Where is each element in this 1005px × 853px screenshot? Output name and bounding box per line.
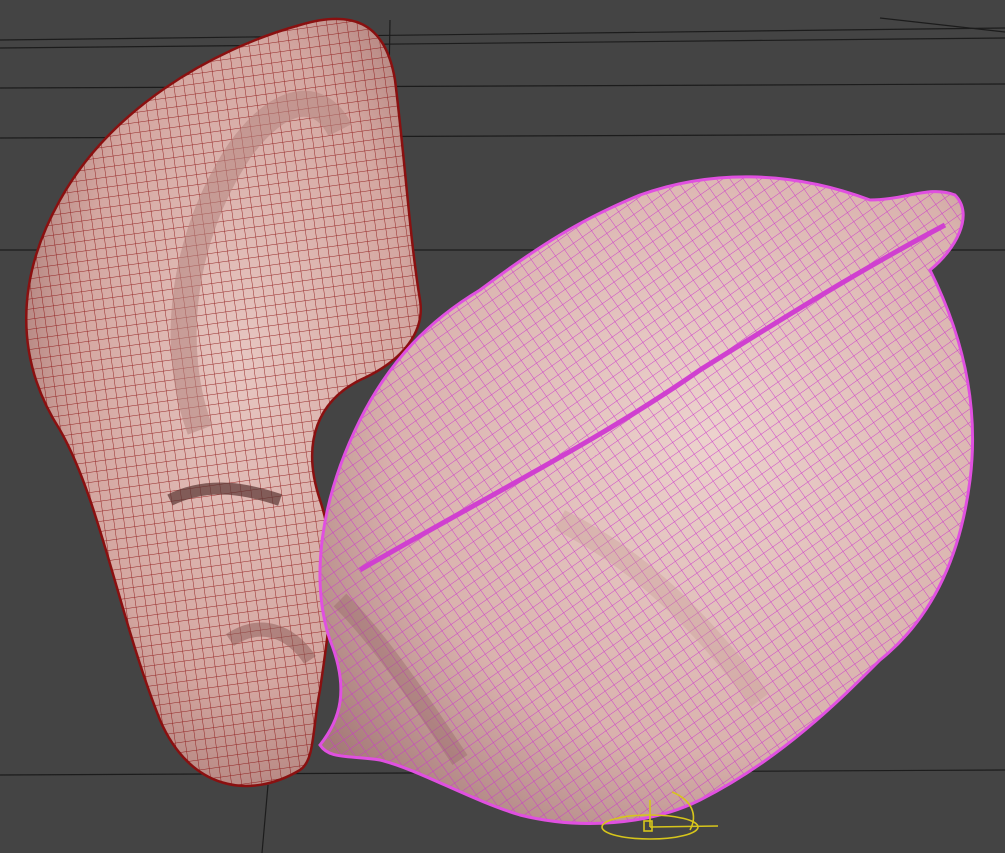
perspective-viewport[interactable] [0, 0, 1005, 853]
